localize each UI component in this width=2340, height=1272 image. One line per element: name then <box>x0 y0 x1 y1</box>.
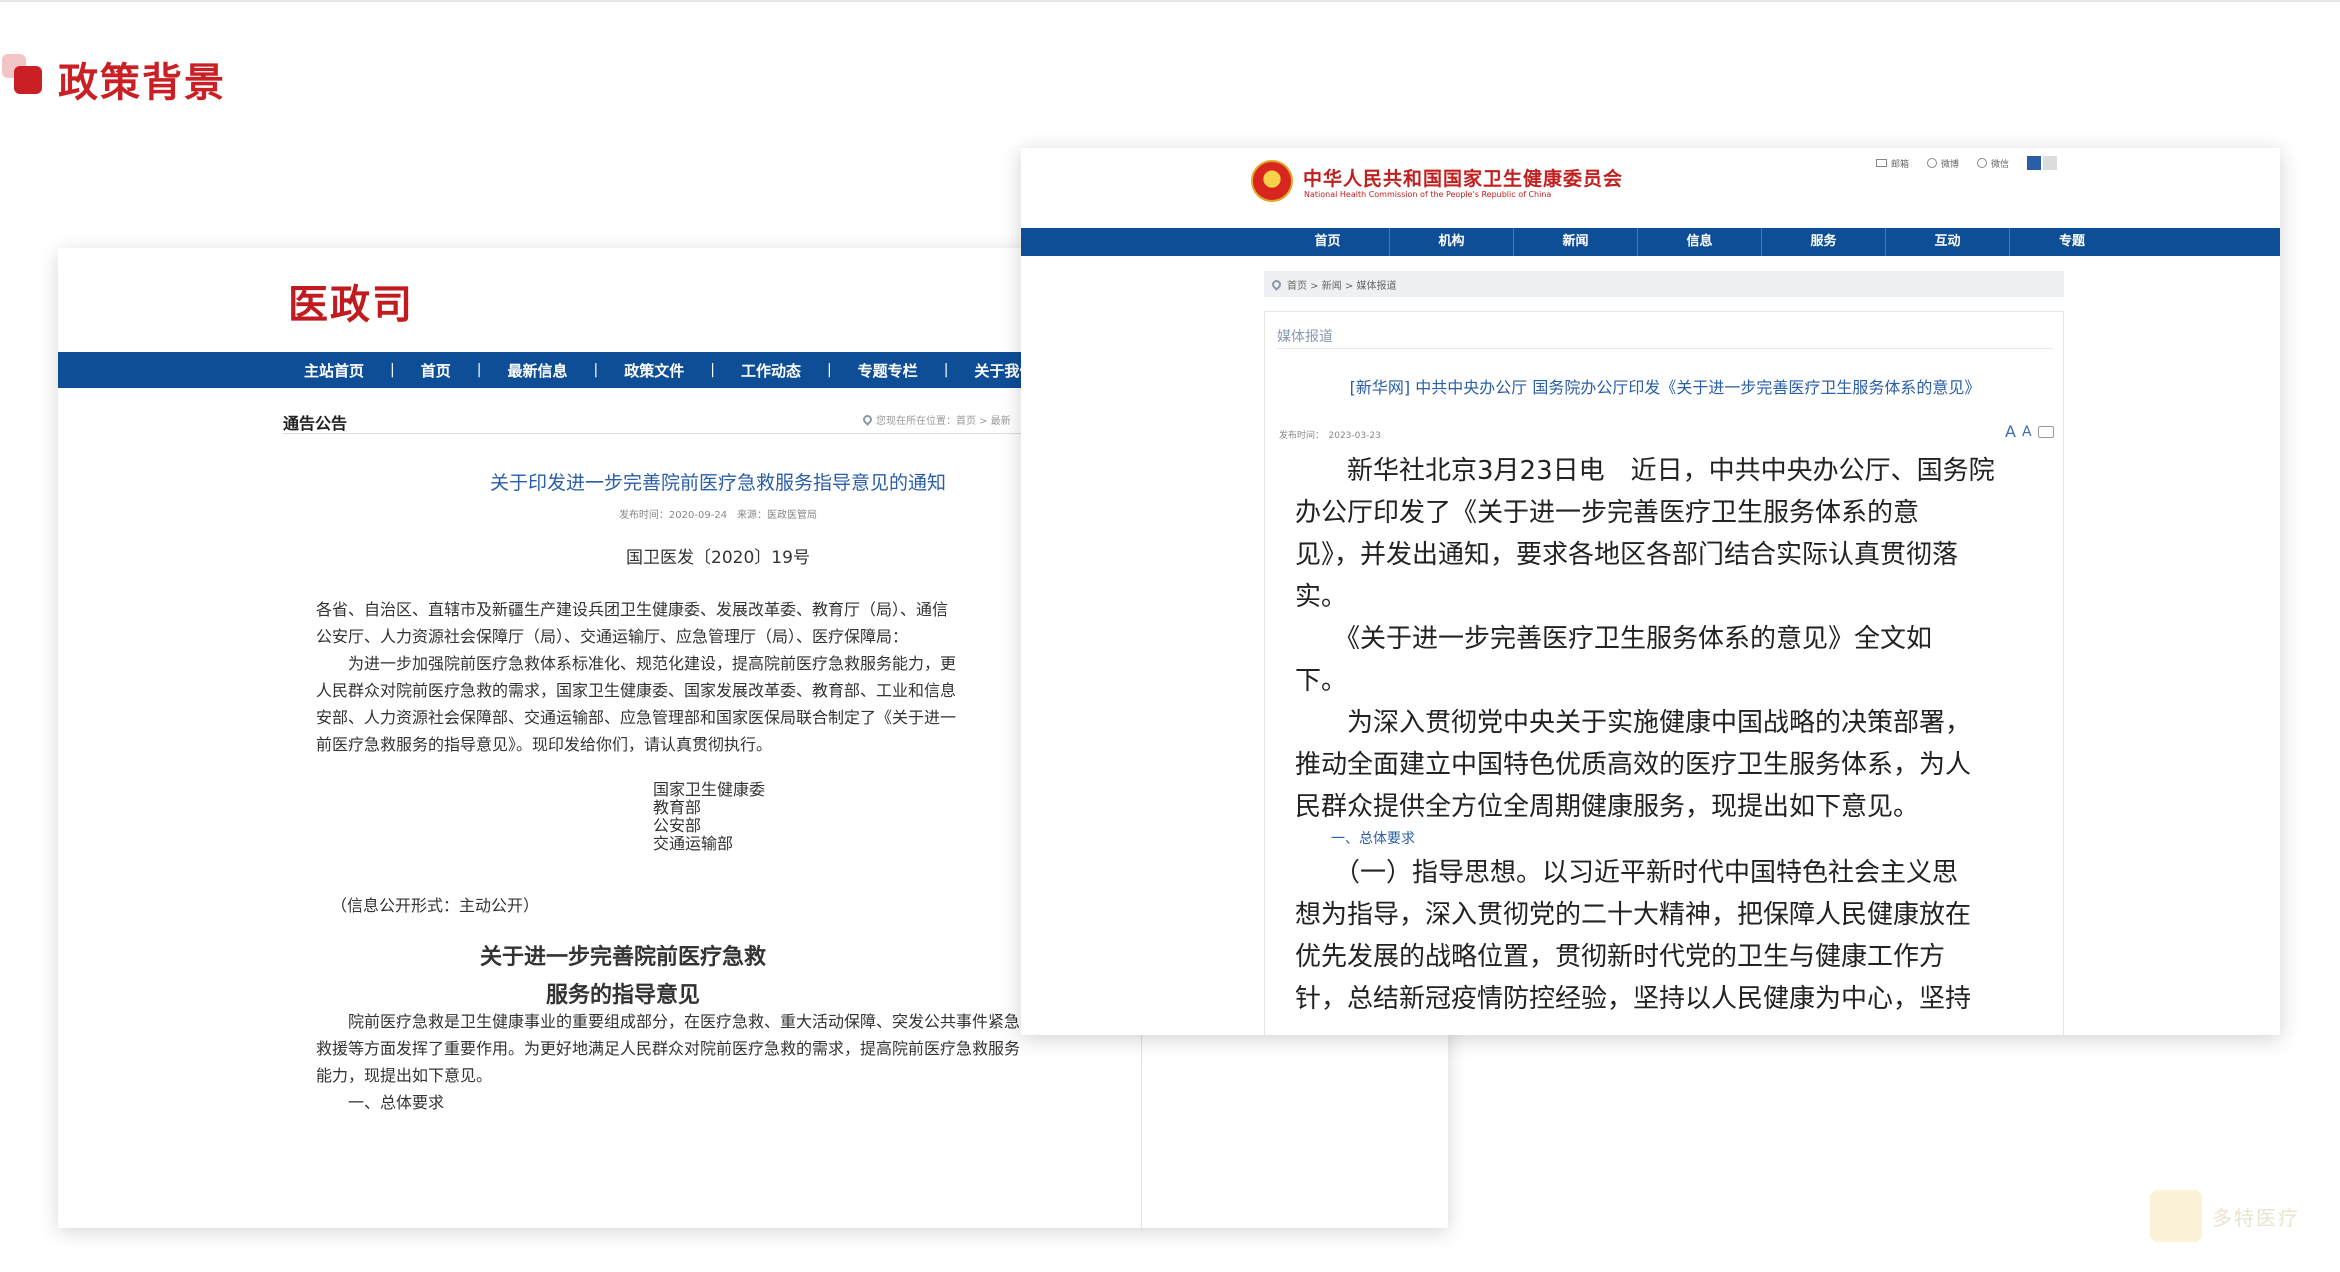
media-divider <box>1277 348 2053 349</box>
left-nav-items: 主站首页 | 首页 | 最新信息 | 政策文件 | 工作动态 | 专题专栏 | 关于我们 <box>278 352 1060 388</box>
language-switch[interactable] <box>2027 156 2058 170</box>
watermark-logo <box>2150 1190 2202 1242</box>
nav-item[interactable]: 最新信息 <box>481 360 593 381</box>
nav-item[interactable]: 政策文件 <box>598 360 710 381</box>
opinion-title-line: 关于进一步完善院前医疗急救 <box>479 945 766 970</box>
right-nav-items: 首页 机构 新闻 信息 服务 互动 专题 <box>1266 228 2134 256</box>
article-paragraph: 新华社北京3月23日电 近日，中共中央办公厅、国务院 办公厅印发了《关于进一步完善… <box>1295 450 2055 618</box>
font-size-controls: A A <box>2005 422 2054 441</box>
text-line: 民群众提供全方位全周期健康服务，现提出如下意见。 <box>1295 792 1920 822</box>
nav-item[interactable]: 首页 <box>395 360 477 381</box>
org-name-en: National Health Commission of the People… <box>1304 190 1552 199</box>
lang-cn-icon[interactable] <box>2027 156 2042 170</box>
nav-item[interactable]: 首页 <box>1266 228 1390 256</box>
nav-item[interactable]: 工作动态 <box>715 360 827 381</box>
opinion-paragraph: 院前医疗急救是卫生健康事业的重要组成部分，在医疗急救、重大活动保障、突发公共事件… <box>316 1008 1116 1116</box>
title-decoration-accent <box>14 66 42 94</box>
text-line: 《关于进一步完善医疗卫生服务体系的意见》全文如 <box>1295 624 1933 654</box>
nav-item[interactable]: 互动 <box>1886 228 2010 256</box>
text-line: 新华社北京3月23日电 近日，中共中央办公厅、国务院 <box>1295 456 1995 486</box>
national-emblem-icon <box>1251 160 1293 202</box>
text-line: （一）指导思想。以习近平新时代中国特色社会主义思 <box>1295 858 1959 888</box>
weibo-icon <box>1927 158 1938 168</box>
opinion-title: 关于进一步完善院前医疗急救 服务的指导意见 <box>283 939 963 1015</box>
media-label: 媒体报道 <box>1277 329 1333 345</box>
disclosure-note: （信息公开形式：主动公开） <box>331 896 540 915</box>
text-line: 救援等方面发挥了重要作用。为更好地满足人民群众对院前医疗急救的需求，提高院前医疗… <box>316 1039 1021 1058</box>
breadcrumb-bar: 首页 > 新闻 > 媒体报道 <box>1264 271 2064 297</box>
section-title: 通告公告 <box>283 414 348 433</box>
breadcrumb: 您现在所在位置：首页 > 最新 <box>861 412 1011 427</box>
article-panel: 媒体报道 [新华网] 中共中央办公厅 国务院办公厅印发《关于进一步完善医疗卫生服… <box>1264 311 2064 1035</box>
breadcrumb-text: 您现在所在位置：首页 > 最新 <box>876 416 1011 427</box>
text-line: 推动全面建立中国特色优质高效的医疗卫生服务体系，为人 <box>1295 750 1972 780</box>
text-line: 为深入贯彻党中央关于实施健康中国战略的决策部署， <box>1295 708 1972 738</box>
nav-item[interactable]: 信息 <box>1638 228 1762 256</box>
text-line: 想为指导，深入贯彻党的二十大精神，把保障人民健康放在 <box>1295 900 1972 930</box>
nav-item[interactable]: 主站首页 <box>278 360 390 381</box>
font-larger-button[interactable]: A <box>2005 422 2016 441</box>
text-line: 下。 <box>1295 666 1348 696</box>
wechat-icon <box>1977 158 1988 168</box>
nav-item[interactable]: 服务 <box>1762 228 1886 256</box>
header-tools: 邮箱 微博 微信 <box>1876 156 2058 170</box>
right-nav-bar: 首页 机构 新闻 信息 服务 互动 专题 <box>1021 228 2280 256</box>
mail-link[interactable]: 邮箱 <box>1876 157 1909 170</box>
watermark: 多特医疗 <box>2150 1190 2300 1242</box>
print-icon[interactable] <box>2037 425 2054 438</box>
article-title[interactable]: [新华网] 中共中央办公厅 国务院办公厅印发《关于进一步完善医疗卫生服务体系的意… <box>1265 374 2065 398</box>
text-line: 优先发展的战略位置，贯彻新时代党的卫生与健康工作方 <box>1295 942 1946 972</box>
top-divider <box>0 0 2340 2</box>
location-icon <box>861 413 874 426</box>
font-smaller-button[interactable]: A <box>2022 424 2032 440</box>
nav-item[interactable]: 新闻 <box>1514 228 1638 256</box>
text-line: 能力，现提出如下意见。 <box>316 1066 493 1085</box>
text-line: 实。 <box>1295 582 1348 612</box>
text-line: 办公厅印发了《关于进一步完善医疗卫生服务体系的意 <box>1295 498 1920 528</box>
text-line: 院前医疗急救是卫生健康事业的重要组成部分，在医疗急救、重大活动保障、突发公共事件… <box>316 1012 1021 1031</box>
slide-title: 政策背景 <box>58 60 226 106</box>
org-name: 中华人民共和国国家卫生健康委员会 <box>1303 168 1624 190</box>
text-line: 见》，并发出通知，要求各地区各部门结合实际认真贯彻落 <box>1295 540 1959 570</box>
right-screenshot: 中华人民共和国国家卫生健康委员会 National Health Commiss… <box>1021 148 2280 1035</box>
nav-item[interactable]: 专题 <box>2010 228 2134 256</box>
mail-icon <box>1876 159 1887 167</box>
watermark-text: 多特医疗 <box>2212 1205 2300 1230</box>
nav-item[interactable]: 机构 <box>1390 228 1514 256</box>
tool-label: 微博 <box>1941 159 1960 170</box>
article-paragraph: 《关于进一步完善医疗卫生服务体系的意见》全文如 下。 <box>1295 618 2055 702</box>
section-subhead: 一、总体要求 <box>1331 831 1415 847</box>
lang-en-icon[interactable] <box>2043 156 2058 170</box>
slide-header: 政策背景 <box>0 52 600 106</box>
site-logo: 医政司 <box>288 281 414 328</box>
article-meta: 发布时间： 2023-03-23 <box>1279 431 1381 441</box>
tool-label: 邮箱 <box>1891 159 1910 170</box>
tool-label: 微信 <box>1991 159 2010 170</box>
text-line: 针，总结新冠疫情防控经验，坚持以人民健康为中心，坚持 <box>1295 984 1972 1014</box>
article-paragraph: （一）指导思想。以习近平新时代中国特色社会主义思 想为指导，深入贯彻党的二十大精神… <box>1295 852 2055 1020</box>
text-line: 一、总体要求 <box>316 1093 445 1112</box>
article-paragraph: 为深入贯彻党中央关于实施健康中国战略的决策部署， 推动全面建立中国特色优质高效的医… <box>1295 702 2055 828</box>
weibo-link[interactable]: 微博 <box>1927 157 1959 170</box>
location-icon <box>1270 277 1283 291</box>
breadcrumb-text: 首页 > 新闻 > 媒体报道 <box>1287 280 1397 292</box>
nav-item[interactable]: 专题专栏 <box>832 360 944 381</box>
wechat-link[interactable]: 微信 <box>1977 157 2009 170</box>
signer-name: 交通运输部 <box>653 834 734 853</box>
